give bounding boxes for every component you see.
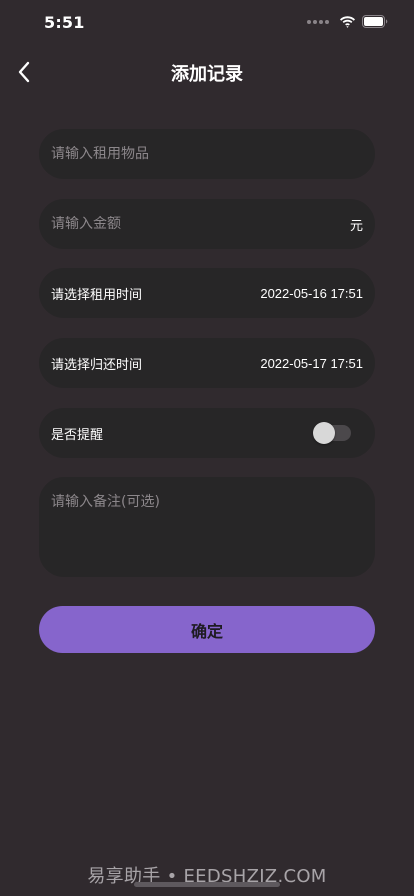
amount-field: 元 (39, 199, 375, 249)
item-input[interactable] (51, 146, 363, 162)
remind-row: 是否提醒 (39, 408, 375, 458)
cellular-dots-icon (307, 19, 329, 24)
return-time-picker[interactable]: 请选择归还时间 2022-05-17 17:51 (39, 338, 375, 388)
home-indicator (134, 882, 280, 887)
confirm-button[interactable]: 确定 (39, 606, 375, 653)
item-field (39, 129, 375, 179)
remind-label: 是否提醒 (51, 427, 104, 443)
status-bar: 5:51 (0, 0, 414, 44)
rent-time-label: 请选择租用时间 (51, 287, 143, 303)
nav-bar: 添加记录 (0, 50, 414, 94)
rent-time-picker[interactable]: 请选择租用时间 2022-05-16 17:51 (39, 268, 375, 318)
status-time: 5:51 (44, 13, 85, 32)
rent-time-value: 2022-05-16 17:51 (260, 285, 363, 301)
toggle-knob (313, 422, 335, 444)
return-time-label: 请选择归还时间 (51, 357, 143, 373)
note-textarea[interactable] (51, 491, 363, 563)
battery-icon (362, 15, 388, 28)
amount-input[interactable] (51, 216, 342, 232)
status-icons (307, 15, 388, 28)
remind-toggle[interactable] (313, 422, 351, 444)
wifi-icon (340, 15, 355, 28)
return-time-value: 2022-05-17 17:51 (260, 355, 363, 371)
note-field (39, 477, 375, 577)
page-title: 添加记录 (171, 64, 243, 85)
amount-unit: 元 (349, 218, 363, 234)
